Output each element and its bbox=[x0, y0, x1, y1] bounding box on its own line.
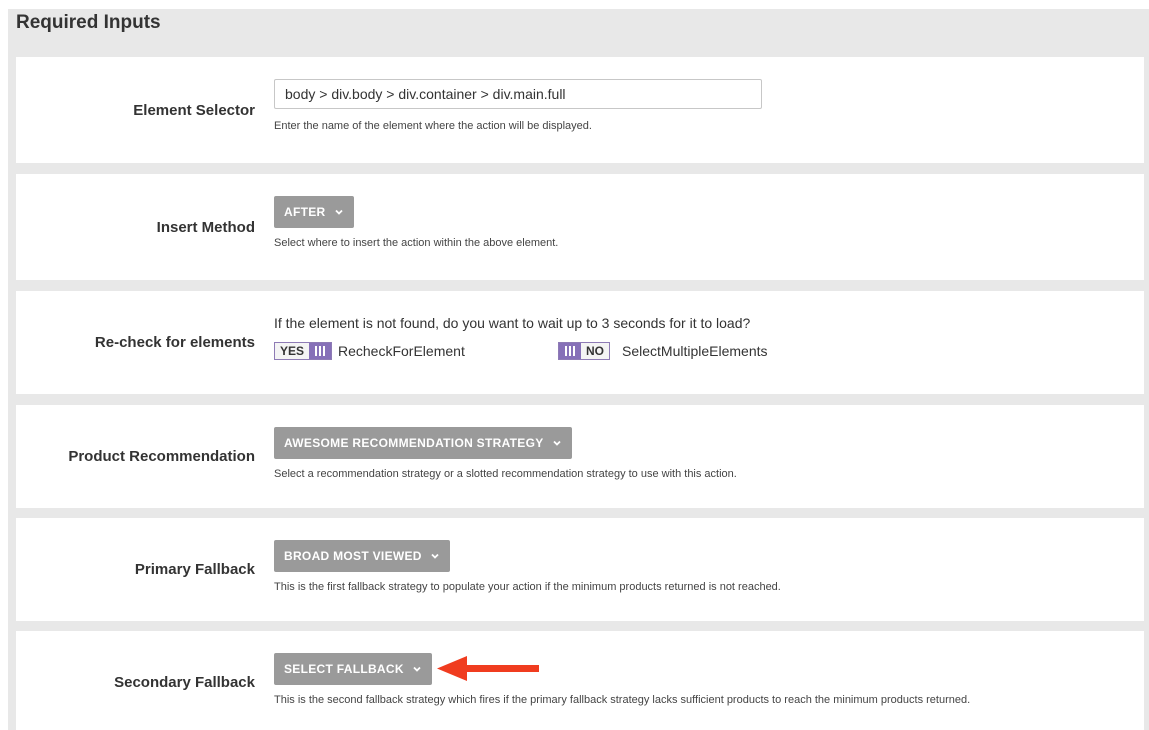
grip-lines-icon bbox=[309, 343, 332, 359]
arrow-left-icon bbox=[437, 656, 539, 681]
chevron-down-icon bbox=[334, 209, 343, 215]
recheck-for-element-toggle[interactable]: YES bbox=[274, 342, 333, 360]
row-element-selector: Element Selector Enter the name of the e… bbox=[16, 57, 1144, 163]
recheck-for-element-label: RecheckForElement bbox=[338, 343, 465, 359]
product-recommendation-value: AWESOME RECOMMENDATION STRATEGY bbox=[284, 436, 544, 450]
element-selector-help: Enter the name of the element where the … bbox=[274, 120, 592, 132]
row-primary-fallback: Primary Fallback BROAD MOST VIEWED This … bbox=[16, 518, 1144, 621]
secondary-fallback-value: SELECT FALLBACK bbox=[284, 662, 404, 676]
primary-fallback-help: This is the first fallback strategy to p… bbox=[274, 581, 781, 593]
chevron-down-icon bbox=[431, 553, 439, 559]
product-recommendation-label: Product Recommendation bbox=[68, 448, 255, 465]
panel-title: Required Inputs bbox=[16, 12, 161, 33]
recheck-question: If the element is not found, do you want… bbox=[274, 315, 751, 331]
grip-lines-icon bbox=[559, 343, 581, 359]
product-recommendation-dropdown[interactable]: AWESOME RECOMMENDATION STRATEGY bbox=[274, 427, 572, 459]
primary-fallback-label: Primary Fallback bbox=[134, 561, 255, 578]
insert-method-label: Insert Method bbox=[156, 219, 255, 236]
insert-method-value: AFTER bbox=[284, 205, 326, 219]
select-multiple-elements-toggle[interactable]: NO bbox=[558, 342, 610, 360]
product-recommendation-help: Select a recommendation strategy or a sl… bbox=[274, 468, 737, 480]
secondary-fallback-label: Secondary Fallback bbox=[114, 674, 255, 691]
element-selector-label: Element Selector bbox=[133, 102, 255, 119]
secondary-fallback-help: This is the second fallback strategy whi… bbox=[274, 694, 971, 706]
chevron-down-icon bbox=[552, 440, 561, 446]
insert-method-dropdown[interactable]: AFTER bbox=[274, 196, 354, 228]
row-secondary-fallback: Secondary Fallback SELECT FALLBACK This … bbox=[16, 631, 1144, 730]
secondary-fallback-dropdown[interactable]: SELECT FALLBACK bbox=[274, 653, 432, 685]
row-recheck-elements: Re-check for elements If the element is … bbox=[16, 291, 1144, 394]
chevron-down-icon bbox=[413, 666, 421, 672]
insert-method-help: Select where to insert the action within… bbox=[274, 237, 559, 249]
row-product-recommendation: Product Recommendation AWESOME RECOMMEND… bbox=[16, 405, 1144, 508]
recheck-label: Re-check for elements bbox=[94, 334, 255, 351]
primary-fallback-dropdown[interactable]: BROAD MOST VIEWED bbox=[274, 540, 450, 572]
required-inputs-panel: Required Inputs Element Selector Enter t… bbox=[8, 9, 1149, 730]
element-selector-input[interactable] bbox=[274, 79, 762, 109]
primary-fallback-value: BROAD MOST VIEWED bbox=[284, 549, 422, 563]
toggle-state-yes: YES bbox=[275, 343, 310, 359]
row-insert-method: Insert Method AFTER Select where to inse… bbox=[16, 174, 1144, 280]
select-multiple-elements-label: SelectMultipleElements bbox=[622, 343, 768, 359]
toggle-state-no: NO bbox=[581, 343, 609, 359]
